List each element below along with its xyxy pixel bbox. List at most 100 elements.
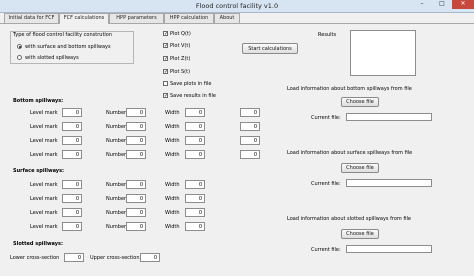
results-label: Results bbox=[318, 32, 337, 38]
bottom-spillways-title: Bottom spillways: bbox=[13, 98, 64, 104]
bottom-level-field-1[interactable]: 0 bbox=[62, 108, 82, 117]
plot-q-label: Plot Q(t) bbox=[170, 31, 191, 37]
tab-bar: Initial data for FCF FCF calculations HP… bbox=[0, 13, 474, 24]
bottom-extra-field-4[interactable]: 0 bbox=[240, 150, 260, 159]
bottom-level-label-1: Level mark bbox=[30, 110, 58, 116]
surface-width-label-4: Width bbox=[165, 224, 180, 230]
bottom-number-label-4: Number bbox=[106, 152, 127, 158]
surface-level-label-3: Level mark bbox=[30, 210, 58, 216]
bottom-extra-field-2[interactable]: 0 bbox=[240, 122, 260, 131]
tab-about[interactable]: About bbox=[214, 13, 240, 23]
surface-level-label-4: Level mark bbox=[30, 224, 58, 230]
plot-s-checkbox[interactable]: ✓ bbox=[163, 69, 168, 75]
current-file-bottom-label: Current file: bbox=[311, 115, 341, 121]
plot-q-checkbox[interactable]: ✓ bbox=[163, 31, 168, 37]
bottom-width-label-2: Width bbox=[165, 124, 180, 130]
surface-number-label-4: Number bbox=[106, 224, 127, 230]
current-file-surface-label: Current file: bbox=[311, 181, 341, 187]
plot-s-label: Plot S(t) bbox=[170, 69, 191, 75]
plot-z-checkbox[interactable]: ✓ bbox=[163, 56, 168, 62]
bottom-width-field-2[interactable]: 0 bbox=[185, 122, 205, 131]
tab-fcf-calculations[interactable]: FCF calculations bbox=[59, 13, 109, 24]
bottom-width-label-3: Width bbox=[165, 138, 180, 144]
bottom-level-field-4[interactable]: 0 bbox=[62, 150, 82, 159]
surface-number-field-3[interactable]: 0 bbox=[126, 208, 146, 217]
current-file-slotted-label: Current file: bbox=[311, 247, 341, 253]
surface-number-field-1[interactable]: 0 bbox=[126, 180, 146, 189]
surface-number-label-3: Number bbox=[106, 210, 127, 216]
maximize-button[interactable]: □ bbox=[432, 0, 452, 9]
radio-slotted[interactable] bbox=[17, 55, 22, 60]
surface-number-label-2: Number bbox=[106, 196, 127, 202]
save-plots-label: Save plots in file bbox=[170, 81, 212, 87]
bottom-level-field-2[interactable]: 0 bbox=[62, 122, 82, 131]
slotted-spillways-title: Slotted spillways: bbox=[13, 241, 64, 247]
bottom-level-label-3: Level mark bbox=[30, 138, 58, 144]
plot-v-label: Plot V(t) bbox=[170, 43, 191, 49]
radio-surface-bottom[interactable] bbox=[17, 44, 22, 49]
current-file-surface-field[interactable] bbox=[346, 179, 432, 187]
surface-width-label-1: Width bbox=[165, 182, 180, 188]
surface-number-field-4[interactable]: 0 bbox=[126, 222, 146, 231]
bottom-number-label-2: Number bbox=[106, 124, 127, 130]
surface-width-label-3: Width bbox=[165, 210, 180, 216]
surface-level-field-2[interactable]: 0 bbox=[62, 194, 82, 203]
save-plots-checkbox[interactable] bbox=[163, 81, 168, 86]
surface-number-label-1: Number bbox=[106, 182, 127, 188]
choose-file-slotted-button[interactable]: Choose file bbox=[341, 229, 379, 239]
surface-width-field-4[interactable]: 0 bbox=[185, 222, 205, 231]
plot-v-checkbox[interactable]: ✓ bbox=[163, 43, 168, 49]
save-results-label: Save results in file bbox=[170, 93, 216, 99]
load-surface-label: Load information about surface spillways… bbox=[287, 150, 413, 156]
bottom-width-field-1[interactable]: 0 bbox=[185, 108, 205, 117]
current-file-slotted-field[interactable] bbox=[346, 245, 432, 253]
bottom-level-label-4: Level mark bbox=[30, 152, 58, 158]
tab-hpp-calculation[interactable]: HPP calculation bbox=[164, 13, 214, 23]
load-bottom-label: Load information about bottom spillways … bbox=[287, 86, 412, 92]
surface-level-label-1: Level mark bbox=[30, 182, 58, 188]
start-calculations-button[interactable]: Start calculations bbox=[242, 43, 298, 54]
upper-cross-section-label: Upper cross-section bbox=[90, 255, 140, 261]
surface-level-field-3[interactable]: 0 bbox=[62, 208, 82, 217]
tab-initial-data[interactable]: Initial data for FCF bbox=[4, 13, 59, 23]
bottom-width-field-4[interactable]: 0 bbox=[185, 150, 205, 159]
plot-z-label: Plot Z(t) bbox=[170, 56, 191, 62]
radio-slotted-label: with slotted spillways bbox=[25, 55, 79, 61]
surface-spillways-title: Surface spillways: bbox=[13, 168, 65, 174]
results-textarea[interactable] bbox=[350, 30, 416, 76]
surface-width-field-1[interactable]: 0 bbox=[185, 180, 205, 189]
bottom-number-label-3: Number bbox=[106, 138, 127, 144]
surface-width-field-3[interactable]: 0 bbox=[185, 208, 205, 217]
bottom-width-label-1: Width bbox=[165, 110, 180, 116]
upper-cross-section-field[interactable]: 0 bbox=[140, 253, 160, 262]
choose-file-surface-button[interactable]: Choose file bbox=[341, 163, 379, 173]
save-results-checkbox[interactable]: ✓ bbox=[163, 93, 168, 99]
bottom-width-field-3[interactable]: 0 bbox=[185, 136, 205, 145]
load-slotted-label: Load information about slotted spillways… bbox=[287, 216, 411, 222]
choose-file-bottom-button[interactable]: Choose file bbox=[341, 97, 379, 107]
bottom-number-field-2[interactable]: 0 bbox=[126, 122, 146, 131]
surface-number-field-2[interactable]: 0 bbox=[126, 194, 146, 203]
surface-level-label-2: Level mark bbox=[30, 196, 58, 202]
bottom-number-label-1: Number bbox=[106, 110, 127, 116]
surface-width-field-2[interactable]: 0 bbox=[185, 194, 205, 203]
current-file-bottom-field[interactable] bbox=[346, 113, 432, 121]
bottom-number-field-3[interactable]: 0 bbox=[126, 136, 146, 145]
window-title: Flood control facility v1.0 bbox=[195, 2, 279, 10]
lower-cross-section-label: Lower cross-section bbox=[10, 255, 60, 261]
bottom-extra-field-3[interactable]: 0 bbox=[240, 136, 260, 145]
bottom-number-field-4[interactable]: 0 bbox=[126, 150, 146, 159]
minimize-button[interactable]: – bbox=[412, 0, 432, 9]
bottom-width-label-4: Width bbox=[165, 152, 180, 158]
bottom-level-field-3[interactable]: 0 bbox=[62, 136, 82, 145]
surface-width-label-2: Width bbox=[165, 196, 180, 202]
bottom-extra-field-1[interactable]: 0 bbox=[240, 108, 260, 117]
tab-hpp-parameters[interactable]: HPP parameters bbox=[109, 13, 164, 23]
bottom-level-label-2: Level mark bbox=[30, 124, 58, 130]
radio-surface-bottom-label: with surface and bottom spillways bbox=[25, 44, 111, 50]
lower-cross-section-field[interactable]: 0 bbox=[64, 253, 84, 262]
surface-level-field-4[interactable]: 0 bbox=[62, 222, 82, 231]
bottom-number-field-1[interactable]: 0 bbox=[126, 108, 146, 117]
close-button[interactable]: ✕ bbox=[452, 0, 474, 9]
surface-level-field-1[interactable]: 0 bbox=[62, 180, 82, 189]
